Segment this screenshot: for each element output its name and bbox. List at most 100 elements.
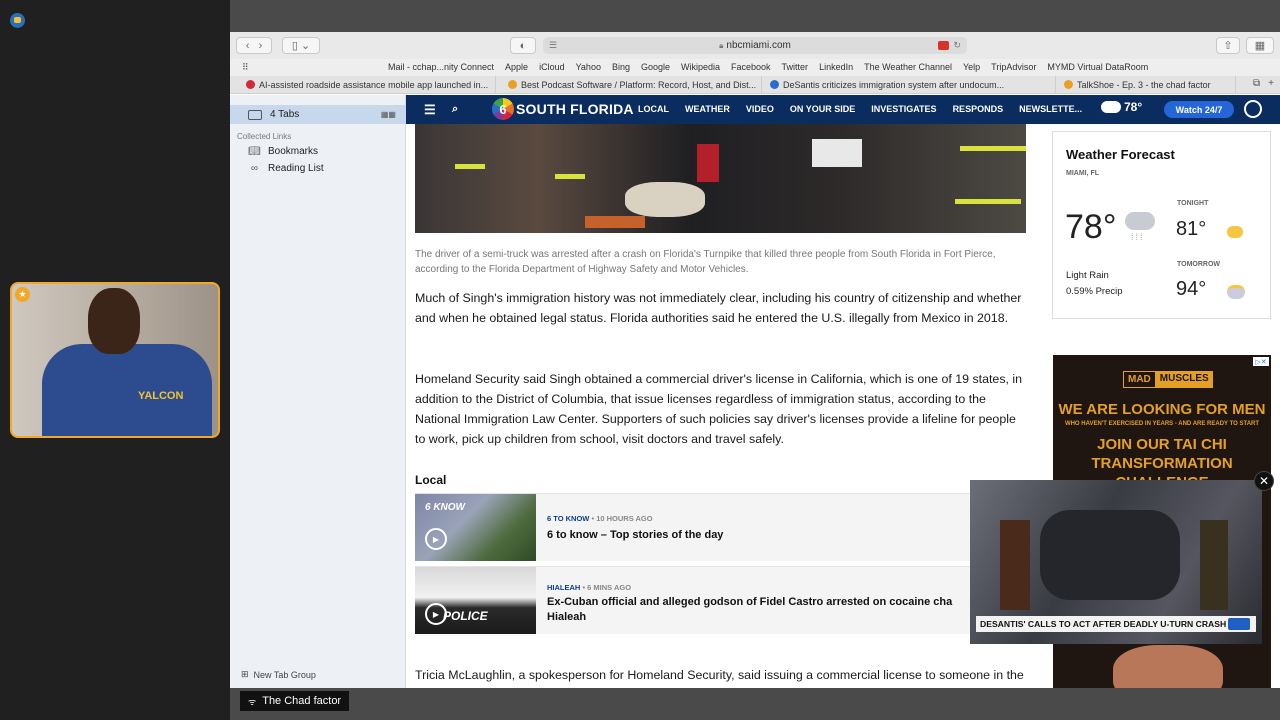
nav-item[interactable]: NEWSLETTE... [1019,104,1082,114]
sidebar-item-bookmarks[interactable]: 📖︎ Bookmarks [247,146,318,157]
sidebar-tabs-item[interactable]: 4 Tabs ▦▦ [230,105,406,124]
bookmark-item[interactable]: Yahoo [576,62,601,72]
broadcast-icon: ᯤ [248,696,257,707]
weather-location: MIAMI, FL [1066,170,1100,177]
tab-label: Best Podcast Software / Platform: Record… [521,79,757,90]
tab-grid-icon[interactable]: ▦▦ [381,110,396,119]
rain-cloud-icon [1125,212,1155,230]
floating-video-player[interactable]: DESANTIS' CALLS TO ACT AFTER DEADLY U-TU… [970,480,1262,644]
account-icon[interactable] [1244,100,1262,118]
video-ticker: DESANTIS' CALLS TO ACT AFTER DEADLY U-TU… [976,616,1256,632]
tab-switch-icon[interactable]: ⧉ [1253,78,1260,89]
story-card[interactable]: 6 KNOW ▶ 6 TO KNOW • 10 HOURS AGO 6 to k… [415,493,975,561]
nav-item[interactable]: LOCAL [638,104,669,114]
ad-subheadline: WHO HAVEN'T EXERCISED IN YEARS - AND ARE… [1064,421,1260,427]
tab-bar: ⧉ + AI-assisted roadside assistance mobil… [230,76,1280,94]
bookmark-item[interactable]: iCloud [539,62,565,72]
weather-widget[interactable]: Weather Forecast MIAMI, FL 78° ⁞⁞⁞ Light… [1052,131,1271,319]
browser-tab[interactable]: DeSantis criticizes immigration system a… [762,76,1056,93]
shield-icon[interactable]: ◐ [510,37,536,54]
new-tab-group-label: New Tab Group [253,669,316,680]
bookmark-item[interactable]: Apple [505,62,528,72]
story-meta: 6 TO KNOW • 10 HOURS AGO [547,514,653,523]
site-logo[interactable]: 6 SOUTH FLORIDA [492,98,634,120]
webcam-feed: ★ YALCON [10,282,220,438]
nav-item[interactable]: WEATHER [685,104,730,114]
thumb-label: POLICE [443,609,488,623]
back-forward-buttons[interactable]: ‹ › [236,37,272,54]
extension-icon[interactable] [938,41,950,50]
bookmark-item[interactable]: The Weather Channel [864,62,952,72]
bookmark-item[interactable]: Google [641,62,670,72]
sidebar-toggle-button[interactable]: ▯ ⌄ [282,37,320,54]
story-title[interactable]: Ex-Cuban official and alleged godson of … [547,595,952,610]
tonight-label: TONIGHT [1177,200,1209,207]
nav-item[interactable]: INVESTIGATES [871,104,936,114]
grid-icon[interactable]: ⠿ [242,62,249,73]
weather-title: Weather Forecast [1066,147,1175,162]
play-icon[interactable]: ▶ [425,603,447,625]
shirt-text: YALCON [138,390,184,402]
share-icon[interactable]: ⇧ [1216,37,1240,54]
favicon-icon [508,80,517,89]
bookmark-item[interactable]: Wikipedia [681,62,720,72]
nav-weather[interactable]: 78° [1101,100,1142,114]
bookmark-item[interactable]: LinkedIn [819,62,853,72]
bookmark-item[interactable]: Facebook [731,62,771,72]
reload-icon[interactable]: ↻ [953,40,961,51]
story-time: 10 HOURS AGO [596,514,653,523]
story-title[interactable]: 6 to know – Top stories of the day [547,528,723,543]
nav-item[interactable]: ON YOUR SIDE [790,104,855,114]
sidebar-item-label: Reading List [268,163,324,174]
browser-tab[interactable]: AI-assisted roadside assistance mobile a… [238,76,496,93]
article-paragraph: Much of Singh's immigration history was … [415,291,1022,325]
stream-background: ★ YALCON [0,0,230,720]
stream-title-text: The Chad factor [262,695,342,707]
bookmark-item[interactable]: Yelp [963,62,980,72]
bookmark-item[interactable]: TripAdvisor [991,62,1036,72]
star-icon: ★ [15,287,30,302]
reflective-stripe [955,199,1021,204]
reflective-stripe [555,174,585,179]
nav-item[interactable]: RESPONDS [953,104,1004,114]
chat-icon[interactable] [10,13,25,28]
story-card[interactable]: POLICE ▶ HIALEAH • 6 MINS AGO Ex-Cuban o… [415,566,975,634]
nav-temp: 78° [1124,100,1143,114]
bookmark-item[interactable]: Twitter [782,62,809,72]
new-tab-group-button[interactable]: ⊞ New Tab Group [241,669,316,680]
tonight-temp: 81° [1176,218,1207,240]
collected-links-header: Collected Links [237,132,292,141]
article-paragraph: Tricia McLaughlin, a spokesperson for Ho… [415,668,1024,682]
browser-tab[interactable]: TalkShoe - Ep. 3 - the chad factor [1056,76,1236,93]
image-caption: The driver of a semi-truck was arrested … [415,249,996,275]
video-figure [1040,510,1180,600]
tabs-icon [248,109,262,120]
close-icon[interactable]: ✕ [1254,471,1274,491]
nav-item[interactable]: VIDEO [746,104,774,114]
browser-tab[interactable]: Best Podcast Software / Platform: Record… [500,76,762,93]
bookmark-item[interactable]: MYMD Virtual DataRoom [1047,62,1148,72]
bookmark-item[interactable]: Bing [612,62,630,72]
video-figure [1000,520,1030,610]
precip-text: 0.59% Precip [1066,286,1123,297]
sidebar-item-reading-list[interactable]: ∞ Reading List [247,163,324,174]
reader-icon[interactable]: ☰ [549,40,557,51]
tab-overview-icon[interactable]: ▦ [1246,37,1274,54]
play-icon[interactable]: ▶ [425,528,447,550]
peacock-logo-icon: 6 [492,98,514,120]
bookmarks-bar: ⠿ Mail - cchap...nity Connect Apple iCloud… [230,59,1280,76]
tab-label: TalkShoe - Ep. 3 - the chad factor [1077,79,1211,90]
bookmark-item[interactable]: Mail - cchap...nity Connect [388,62,494,72]
address-bar[interactable]: ☰ 🔒︎ nbcmiami.com ↻ [543,37,967,54]
search-icon[interactable]: ⌕ [452,103,458,116]
story-category[interactable]: HIALEAH [547,583,580,592]
story-category[interactable]: 6 TO KNOW [547,514,589,523]
menu-icon[interactable]: ☰ [424,102,436,118]
tab-label: AI-assisted roadside assistance mobile a… [259,79,489,90]
sidebar-tabs-label: 4 Tabs [270,109,300,120]
watch-live-button[interactable]: Watch 24/7 [1164,101,1234,118]
ad-choices-icon[interactable]: ▷✕ [1253,357,1269,366]
story-title-line2[interactable]: Hialeah [547,610,586,625]
tail-light [697,144,719,182]
new-tab-icon[interactable]: + [1268,78,1274,89]
